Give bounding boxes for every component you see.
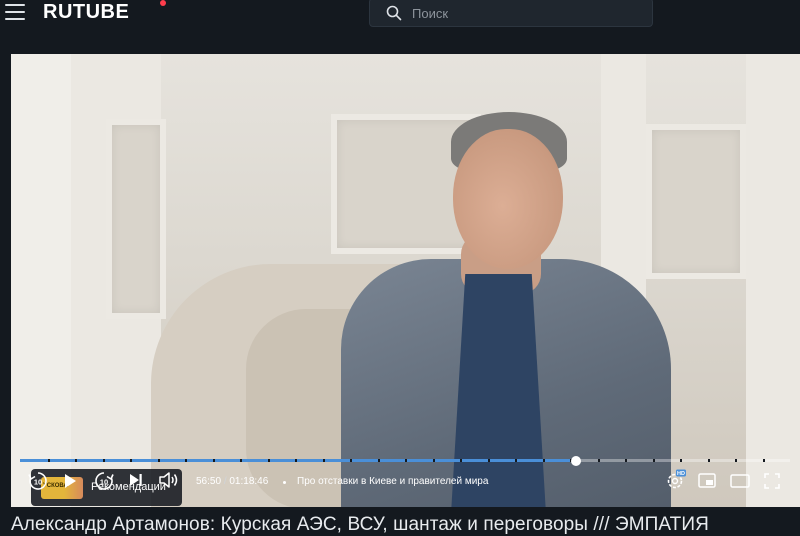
- next-icon[interactable]: [129, 473, 143, 487]
- play-icon[interactable]: [62, 472, 78, 490]
- svg-text:10: 10: [100, 478, 108, 487]
- progress-bar[interactable]: [20, 456, 790, 466]
- chapter-marker: [625, 459, 627, 462]
- chapter-marker: [378, 459, 380, 462]
- forward-10-icon[interactable]: 10: [93, 470, 115, 492]
- video-title: Александр Артамонов: Курская АЭС, ВСУ, ш…: [11, 514, 709, 535]
- rutube-logo[interactable]: RUTUBE: [43, 1, 129, 24]
- fullscreen-icon[interactable]: [764, 473, 780, 489]
- theater-mode-icon[interactable]: [730, 474, 750, 488]
- chapter-marker: [460, 459, 462, 462]
- chapter-marker: [323, 459, 325, 462]
- chapter-marker: [763, 459, 765, 462]
- chapter-marker: [515, 459, 517, 462]
- time-display: 56:50 / 01:18:46: [196, 476, 268, 487]
- chapter-marker: [708, 459, 710, 462]
- chapter-marker: [405, 459, 407, 462]
- duration: 01:18:46: [229, 476, 269, 487]
- volume-icon[interactable]: [158, 471, 180, 489]
- hamburger-menu-icon[interactable]: [5, 4, 25, 20]
- chapter-marker: [213, 459, 215, 462]
- logo-dot: [160, 0, 166, 6]
- search-box[interactable]: [369, 0, 653, 27]
- separator-dot: [283, 481, 286, 484]
- svg-text:10: 10: [34, 478, 42, 487]
- chapter-marker: [48, 459, 50, 462]
- progress-handle[interactable]: [570, 456, 581, 466]
- chapter-marker: [488, 459, 490, 462]
- search-input[interactable]: [412, 3, 632, 23]
- chapter-marker: [130, 459, 132, 462]
- chapter-marker: [735, 459, 737, 462]
- chapter-marker: [158, 459, 160, 462]
- chapter-marker: [543, 459, 545, 462]
- time-separator: /: [223, 476, 227, 487]
- quality-settings-icon[interactable]: HD: [665, 469, 687, 491]
- chapter-marker: [680, 459, 682, 462]
- current-time: 56:50: [196, 476, 222, 487]
- chapter-marker: [185, 459, 187, 462]
- rewind-10-icon[interactable]: 10: [27, 470, 49, 492]
- chapter-marker: [75, 459, 77, 462]
- video-player[interactable]: УСКОВА Рекомендации: [11, 54, 800, 507]
- chapter-marker: [103, 459, 105, 462]
- chapter-marker: [598, 459, 600, 462]
- player-controls: 10 10 56:50 / 01:18:46 Про отставки в Ки…: [0, 466, 800, 498]
- chapter-marker: [653, 459, 655, 462]
- quality-badge: HD: [677, 471, 685, 477]
- chapter-title[interactable]: Про отставки в Киеве и правителей мира: [297, 476, 488, 487]
- picture-in-picture-icon[interactable]: [698, 473, 716, 488]
- chapter-marker: [433, 459, 435, 462]
- chapter-marker: [295, 459, 297, 462]
- video-frame: [11, 54, 800, 507]
- search-icon[interactable]: [386, 5, 402, 21]
- chapter-marker: [350, 459, 352, 462]
- chapter-marker: [268, 459, 270, 462]
- chapter-marker: [240, 459, 242, 462]
- speaker: [341, 84, 701, 507]
- top-bar: RUTUBE: [0, 0, 800, 40]
